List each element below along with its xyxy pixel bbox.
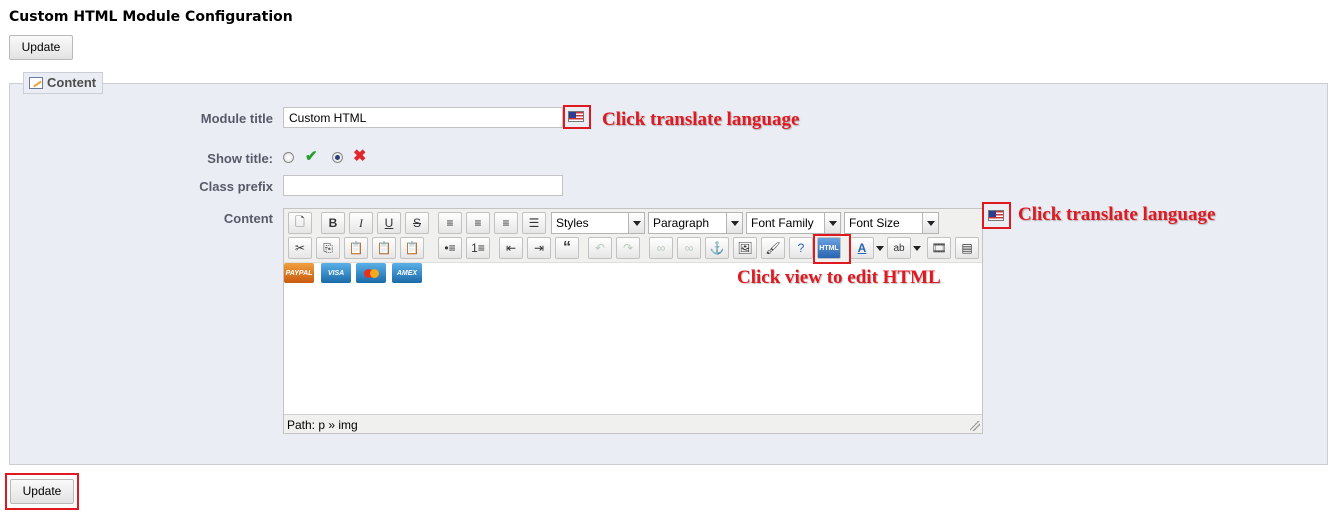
html-button-highlight-box	[813, 234, 851, 264]
chevron-down-icon	[922, 213, 938, 233]
media-icon[interactable]: 🎞	[927, 237, 951, 259]
underline-icon[interactable]: U	[377, 212, 401, 234]
link-icon[interactable]: ∞	[649, 237, 673, 259]
resize-handle-icon[interactable]	[970, 421, 980, 431]
unlink-icon[interactable]: ∞	[677, 237, 701, 259]
paste-icon[interactable]: 📋	[344, 237, 368, 259]
anchor-icon[interactable]: ⚓	[705, 237, 729, 259]
bold-icon[interactable]: B	[321, 212, 345, 234]
new-document-icon[interactable]: 🗋	[288, 212, 312, 234]
no-cross-icon: ✖	[353, 148, 367, 165]
help-icon[interactable]: ?	[789, 237, 813, 259]
annotation-translate-2: Click translate language	[1018, 204, 1216, 225]
visa-card-image: VISA	[321, 263, 351, 283]
content-label: Content	[223, 211, 273, 226]
align-center-icon[interactable]: ≡	[466, 212, 490, 234]
chevron-down-icon	[726, 213, 742, 233]
align-right-icon[interactable]: ≡	[494, 212, 518, 234]
format-dropdown-label: Paragraph	[653, 216, 710, 230]
amex-card-image: AMEX	[392, 263, 422, 283]
annotation-translate-1: Click translate language	[602, 109, 800, 130]
background-color-icon[interactable]: ab	[887, 237, 911, 259]
chevron-down-icon	[628, 213, 644, 233]
editor-path-bar: Path: p » img	[284, 414, 982, 433]
numbered-list-icon[interactable]: 1≡	[466, 237, 490, 259]
show-title-label: Show title:	[207, 151, 273, 166]
chevron-down-icon	[824, 213, 840, 233]
show-title-no-radio[interactable]	[332, 152, 343, 163]
align-justify-icon[interactable]: ☰	[522, 212, 546, 234]
update-button-top[interactable]: Update	[9, 35, 73, 60]
styles-dropdown[interactable]: Styles	[551, 212, 645, 234]
redo-icon[interactable]: ↷	[616, 237, 640, 259]
yes-check-icon: ✔	[305, 148, 318, 165]
font-size-dropdown[interactable]: Font Size	[844, 212, 939, 234]
align-left-icon[interactable]: ≡	[438, 212, 462, 234]
class-prefix-label: Class prefix	[199, 179, 273, 194]
module-title-input[interactable]	[283, 107, 563, 128]
cleanup-icon[interactable]: 🖌	[761, 237, 785, 259]
template-icon[interactable]: ▤	[955, 237, 979, 259]
blockquote-icon[interactable]: “	[555, 237, 579, 259]
content-legend: Content	[23, 72, 104, 94]
undo-icon[interactable]: ↶	[588, 237, 612, 259]
text-color-icon[interactable]: A	[850, 237, 874, 259]
text-color-dropdown-icon[interactable]	[875, 237, 885, 259]
paste-word-icon[interactable]: 📋	[400, 237, 424, 259]
update-button-bottom[interactable]: Update	[10, 479, 74, 504]
outdent-icon[interactable]: ⇤	[499, 237, 523, 259]
italic-icon[interactable]: I	[349, 212, 373, 234]
html-editor[interactable]: 🗋 B I U S ≡ ≡ ≡ ☰ Styles Paragraph Font …	[283, 208, 983, 434]
annotation-view-html: Click view to edit HTML	[737, 267, 941, 288]
us-flag-icon[interactable]	[568, 111, 584, 122]
mastercard-card-image	[356, 263, 386, 283]
font-size-dropdown-label: Font Size	[849, 216, 900, 230]
font-family-dropdown-label: Font Family	[751, 216, 814, 230]
styles-dropdown-label: Styles	[556, 216, 589, 230]
bullet-list-icon[interactable]: •≡	[438, 237, 462, 259]
paste-text-icon[interactable]: 📋	[372, 237, 396, 259]
format-dropdown[interactable]: Paragraph	[648, 212, 743, 234]
copy-icon[interactable]: ⎘	[316, 237, 340, 259]
paypal-card-image: PAYPAL	[284, 263, 314, 283]
class-prefix-input[interactable]	[283, 175, 563, 196]
background-color-dropdown-icon[interactable]	[912, 237, 922, 259]
cut-icon[interactable]: ✂	[288, 237, 312, 259]
us-flag-icon[interactable]	[988, 210, 1004, 221]
image-icon[interactable]: 🖼	[733, 237, 757, 259]
module-title-label: Module title	[200, 111, 273, 126]
content-legend-label: Content	[47, 75, 97, 90]
show-title-yes-radio[interactable]	[283, 152, 294, 163]
editor-path: Path: p » img	[287, 418, 358, 432]
font-family-dropdown[interactable]: Font Family	[746, 212, 841, 234]
strikethrough-icon[interactable]: S	[405, 212, 429, 234]
indent-icon[interactable]: ⇥	[527, 237, 551, 259]
edit-icon	[29, 77, 43, 89]
page-title: Custom HTML Module Configuration	[9, 9, 293, 25]
